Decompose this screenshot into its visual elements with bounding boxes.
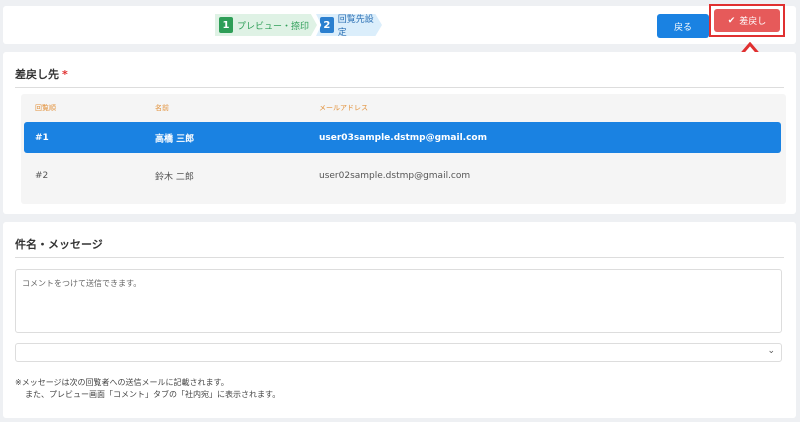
- message-note: ※メッセージは次の回覧者への送信メールに記載されます。: [15, 378, 229, 387]
- return-button-label: 差戻し: [739, 17, 767, 27]
- row-name: 高橋 三郎: [155, 134, 195, 144]
- return-target-table: 回覧順 名前 メールアドレス #1 高橋 三郎 user03sample.dst…: [21, 94, 786, 204]
- table-row[interactable]: #1 高橋 三郎 user03sample.dstmp@gmail.com: [24, 122, 781, 153]
- return-button-highlight: ✔ 差戻し: [709, 4, 785, 37]
- required-mark: *: [62, 68, 68, 81]
- top-toolbar: 1 プレビュー・捺印 2 回覧先設定 戻る: [3, 6, 796, 44]
- return-target-title: 差戻し先 *: [15, 66, 68, 82]
- back-button[interactable]: 戻る: [657, 14, 709, 38]
- check-icon: ✔: [727, 15, 736, 26]
- step-number: 1: [219, 17, 233, 33]
- message-note: また、プレビュー画面「コメント」タブの「社内宛」に表示されます。: [25, 390, 281, 399]
- row-name: 鈴木 二郎: [155, 172, 194, 182]
- section-title-text: 差戻し先: [15, 68, 59, 81]
- column-header-name: 名前: [155, 104, 169, 112]
- column-header-email: メールアドレス: [319, 104, 368, 112]
- step-label: プレビュー・捺印: [237, 21, 310, 32]
- table-row[interactable]: #2 鈴木 二郎 user02sample.dstmp@gmail.com: [24, 160, 781, 191]
- divider: [15, 257, 784, 258]
- row-order: #2: [35, 170, 49, 181]
- message-card: 件名・メッセージ ⌄ ※メッセージは次の回覧者への送信メールに記載されます。 ま…: [3, 222, 796, 418]
- table-header: 回覧順 名前 メールアドレス: [21, 98, 786, 118]
- row-email: user03sample.dstmp@gmail.com: [319, 132, 487, 143]
- chevron-down-icon: ⌄: [767, 346, 775, 356]
- template-select[interactable]: ⌄: [15, 343, 782, 362]
- divider: [15, 87, 784, 88]
- comment-input[interactable]: [15, 269, 782, 333]
- message-title: 件名・メッセージ: [15, 238, 103, 251]
- return-button[interactable]: ✔ 差戻し: [714, 9, 780, 32]
- return-target-card: 差戻し先 * 回覧順 名前 メールアドレス #1 高橋 三郎 user03samp…: [3, 52, 796, 214]
- step-label: 回覧先設定: [337, 15, 374, 38]
- step-preview-stamp[interactable]: 1 プレビュー・捺印: [215, 14, 317, 36]
- step-circulation-settings[interactable]: 2 回覧先設定: [316, 14, 382, 36]
- column-header-order: 回覧順: [35, 104, 56, 112]
- row-email: user02sample.dstmp@gmail.com: [319, 170, 471, 181]
- step-number: 2: [320, 17, 334, 33]
- row-order: #1: [35, 132, 49, 143]
